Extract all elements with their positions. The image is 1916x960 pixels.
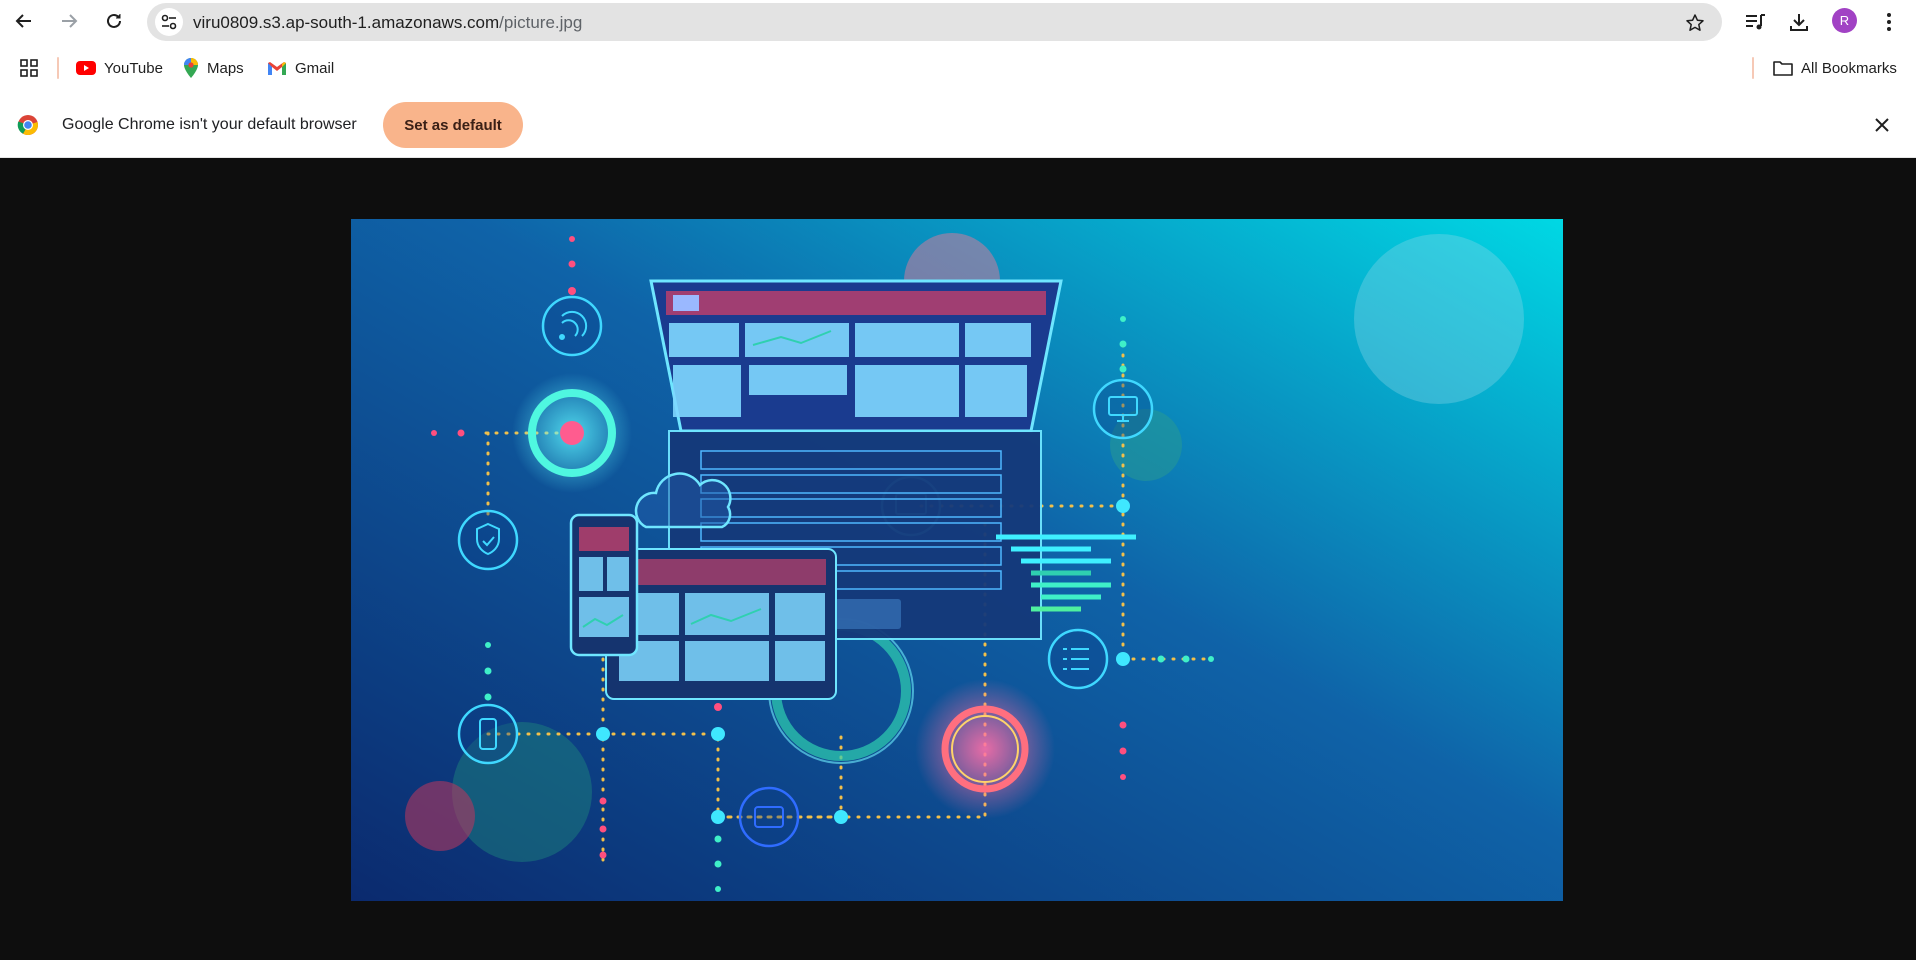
apps-grid-icon: [20, 59, 38, 77]
bookmark-label: YouTube: [104, 59, 163, 77]
star-icon: [1686, 14, 1704, 31]
profile-avatar[interactable]: R: [1832, 8, 1857, 33]
maps-icon: [183, 58, 199, 78]
bookmark-label: Gmail: [295, 59, 335, 77]
displayed-picture[interactable]: [351, 219, 1563, 901]
bookmarks-separator: [57, 57, 59, 79]
site-info-button[interactable]: [155, 8, 183, 36]
back-arrow-icon: [15, 14, 31, 28]
bookmarks-bar: YouTube Maps Gmail All Bookmarks: [0, 43, 1916, 91]
tech-illustration: [351, 219, 1563, 901]
download-icon: [1790, 14, 1808, 31]
infobar-close-button[interactable]: [1871, 114, 1893, 136]
bookmark-maps[interactable]: Maps: [183, 57, 244, 79]
forward-button[interactable]: [56, 8, 82, 34]
queue-music-icon: [1746, 14, 1765, 30]
downloads-button[interactable]: [1786, 9, 1812, 35]
url-host: viru0809.s3.ap-south-1.amazonaws.com: [193, 13, 500, 32]
reload-icon: [107, 13, 121, 28]
address-bar[interactable]: viru0809.s3.ap-south-1.amazonaws.com/pic…: [147, 3, 1722, 41]
url-path: /picture.jpg: [499, 13, 583, 32]
image-viewer: [0, 158, 1916, 960]
media-controls-button[interactable]: [1742, 9, 1768, 35]
apps-button[interactable]: [19, 57, 39, 79]
kebab-menu-icon: [1887, 13, 1891, 31]
folder-icon: [1773, 60, 1793, 76]
reload-button[interactable]: [101, 8, 127, 34]
youtube-icon: [76, 61, 96, 75]
chrome-menu-button[interactable]: [1876, 9, 1902, 35]
bookmark-youtube[interactable]: YouTube: [76, 57, 163, 79]
chrome-logo-icon: [17, 114, 39, 136]
browser-toolbar: viru0809.s3.ap-south-1.amazonaws.com/pic…: [0, 0, 1916, 43]
tune-icon: [161, 14, 177, 30]
default-browser-infobar: Google Chrome isn't your default browser…: [0, 91, 1916, 158]
all-bookmarks-button[interactable]: All Bookmarks: [1773, 57, 1897, 79]
bookmarks-separator-right: [1752, 57, 1754, 79]
infobar-message: Google Chrome isn't your default browser: [62, 116, 357, 133]
profile-initial: R: [1839, 13, 1850, 28]
url-text: viru0809.s3.ap-south-1.amazonaws.com/pic…: [193, 13, 582, 33]
close-icon: [1875, 118, 1889, 132]
bookmark-star-button[interactable]: [1684, 12, 1706, 34]
set-as-default-button[interactable]: Set as default: [383, 102, 523, 148]
back-button[interactable]: [11, 8, 37, 34]
bookmark-label: Maps: [207, 59, 244, 77]
forward-arrow-icon: [62, 14, 78, 28]
all-bookmarks-label: All Bookmarks: [1801, 59, 1897, 77]
bookmark-gmail[interactable]: Gmail: [267, 57, 334, 79]
gmail-icon: [267, 61, 287, 76]
